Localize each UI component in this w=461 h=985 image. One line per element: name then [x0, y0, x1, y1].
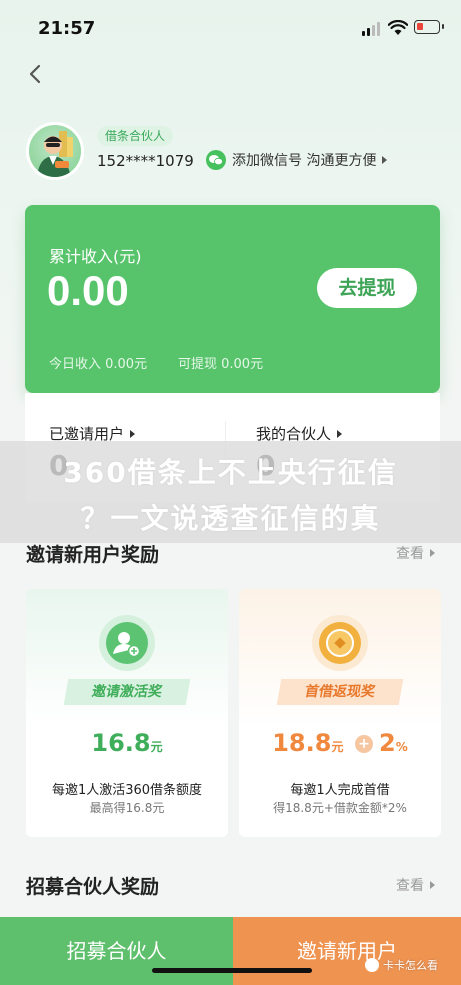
activation-sub: 最高得16.8元 — [89, 801, 165, 815]
first-loan-percent-value: 2 — [379, 729, 396, 757]
more-label: 查看 — [396, 546, 424, 562]
income-label: 累计收入(元) — [49, 247, 142, 266]
activation-desc: 每邀1人激活360借条额度 — [51, 783, 203, 798]
reward-card-activation[interactable]: 邀请激活奖 16.8元 每邀1人激活360借条额度 最高得16.8元 — [26, 589, 228, 837]
add-wechat-link[interactable]: 添加微信号 沟通更方便 — [206, 150, 388, 170]
battery-icon — [414, 20, 444, 34]
coin-icon — [312, 615, 368, 671]
chevron-right-icon — [382, 156, 388, 164]
watermark-logo-icon — [365, 958, 379, 972]
available-amount: 可提现 0.00元 — [178, 357, 264, 372]
bottom-action-bar: 招募合伙人 邀请新用户 — [0, 917, 461, 985]
invite-user-button[interactable]: 邀请新用户 — [233, 917, 461, 985]
income-amount: 0.00 — [47, 267, 129, 314]
status-bar: 21:57 — [0, 0, 461, 54]
status-time: 21:57 — [38, 18, 96, 39]
first-loan-value: 18.8 — [272, 729, 332, 757]
chevron-right-icon — [337, 429, 343, 438]
reward-card-first-loan[interactable]: 首借返现奖 18.8元 +2% 每邀1人完成首借 得18.8元+借款金额*2% — [239, 589, 441, 837]
today-income: 今日收入 0.00元 — [49, 357, 148, 372]
recruit-section-more[interactable]: 查看 — [396, 875, 435, 895]
chevron-right-icon — [430, 549, 435, 557]
add-wechat-text: 添加微信号 沟通更方便 — [232, 153, 377, 169]
activation-value: 16.8 — [91, 729, 151, 757]
plus-icon: + — [355, 735, 374, 753]
watermark: 卡卡怎么看 — [365, 957, 438, 973]
home-indicator[interactable] — [152, 968, 312, 973]
invite-user-icon — [99, 615, 155, 671]
signal-icon — [362, 22, 382, 36]
activation-reward-title: 邀请激活奖 — [63, 679, 191, 705]
first-loan-unit: 元 — [331, 740, 344, 754]
activation-unit: 元 — [150, 740, 163, 754]
back-arrow-icon[interactable] — [24, 62, 48, 86]
banner-line-2: ？一文说透查征信的真 — [80, 502, 381, 535]
user-phone: 152****1079 — [97, 152, 194, 170]
chevron-right-icon — [130, 429, 136, 438]
avatar[interactable] — [26, 122, 84, 180]
first-loan-desc: 每邀1人完成首借 — [290, 783, 390, 798]
first-loan-reward-title: 首借返现奖 — [276, 679, 404, 705]
invite-section-title: 邀请新用户奖励 — [26, 544, 160, 566]
recruit-section-title: 招募合伙人奖励 — [26, 876, 160, 898]
watermark-text: 卡卡怎么看 — [383, 959, 438, 972]
first-loan-sub: 得18.8元+借款金额*2% — [273, 801, 407, 815]
avatar-illustration-icon — [37, 131, 73, 177]
first-loan-percent-unit: % — [395, 740, 408, 754]
banner-line-1: 360借条上不上央行征信 — [63, 456, 398, 489]
chevron-right-icon — [430, 881, 435, 889]
invite-section-more[interactable]: 查看 — [396, 543, 435, 563]
withdraw-button[interactable]: 去提现 — [317, 268, 417, 308]
partner-badge: 借条合伙人 — [97, 126, 174, 146]
wechat-icon — [206, 150, 226, 170]
wifi-icon — [388, 20, 408, 35]
more-label: 查看 — [396, 878, 424, 894]
income-card: 累计收入(元) 0.00 去提现 今日收入 0.00元 可提现 0.00元 — [25, 205, 440, 393]
first-loan-reward-value: 18.8元 +2% — [239, 729, 441, 757]
recruit-partner-button[interactable]: 招募合伙人 — [0, 917, 233, 985]
article-overlay-banner: 360借条上不上央行征信 ？一文说透查征信的真 — [0, 441, 461, 543]
activation-reward-value: 16.8元 — [26, 729, 228, 757]
